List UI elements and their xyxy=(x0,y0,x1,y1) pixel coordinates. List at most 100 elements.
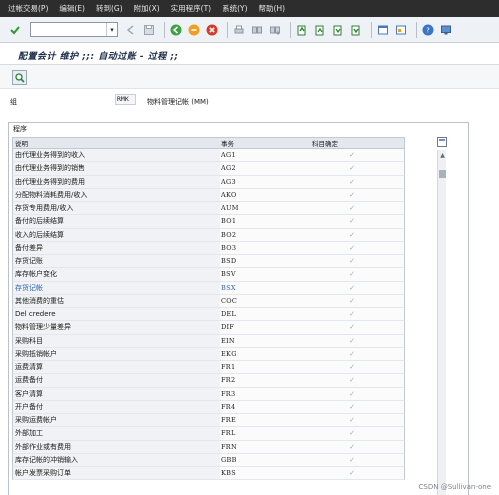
table-settings-icon[interactable] xyxy=(437,137,447,147)
table-row[interactable]: 其他消费的重估 COC ✓ xyxy=(12,294,405,308)
cell-account-determination: ✓ xyxy=(300,347,404,360)
back-arrow-icon[interactable] xyxy=(124,23,138,37)
scroll-up-icon[interactable]: ▲ xyxy=(438,150,447,160)
column-header-description[interactable]: 说明 xyxy=(13,138,220,148)
cell-description: 备付差异 xyxy=(13,241,220,254)
cell-transaction[interactable]: BO3 xyxy=(220,241,300,254)
cell-transaction[interactable]: BSV xyxy=(220,268,300,281)
cell-transaction[interactable]: EKG xyxy=(220,347,300,360)
table-row[interactable]: 帐户发票采购订单 KBS ✓ xyxy=(12,467,405,481)
cell-transaction[interactable]: AG3 xyxy=(220,175,300,188)
cell-transaction[interactable]: FRE xyxy=(220,414,300,427)
cell-account-determination: ✓ xyxy=(300,308,404,321)
table-row[interactable]: 存货记帐 BSX ✓ xyxy=(12,281,405,295)
cell-transaction[interactable]: AG1 xyxy=(220,149,300,162)
enter-check-icon[interactable] xyxy=(8,23,22,37)
cell-account-determination: ✓ xyxy=(300,440,404,453)
find-icon[interactable] xyxy=(250,23,264,37)
group-description: 物料管理记帐 (MM) xyxy=(147,98,209,106)
cell-transaction[interactable]: COC xyxy=(220,294,300,307)
menu-item-system[interactable]: 系统(Y) xyxy=(222,3,247,14)
cell-transaction[interactable]: BSX xyxy=(220,281,300,294)
shortcut-icon[interactable] xyxy=(394,23,408,37)
cell-transaction[interactable]: GBB xyxy=(220,453,300,466)
cell-transaction[interactable]: BSD xyxy=(220,255,300,268)
chevron-down-icon[interactable]: ▾ xyxy=(106,23,117,36)
table-row[interactable]: 开户备付 FR4 ✓ xyxy=(12,400,405,414)
table-row[interactable]: 由代理业务得到的收入 AG1 ✓ xyxy=(12,149,405,163)
group-label: 组 xyxy=(10,98,17,106)
cell-account-determination: ✓ xyxy=(300,281,404,294)
find-next-icon[interactable] xyxy=(268,23,282,37)
table-row[interactable]: 存货记账 BSD ✓ xyxy=(12,255,405,269)
table-row[interactable]: 采购运费帐户 FRE ✓ xyxy=(12,414,405,428)
cell-transaction[interactable]: FRN xyxy=(220,440,300,453)
table-row[interactable]: 备付的后续结算 BO1 ✓ xyxy=(12,215,405,229)
menu-item-utilities[interactable]: 实用程序(T) xyxy=(171,3,211,14)
toolbar-divider xyxy=(227,21,228,38)
table-row[interactable]: 收入的后续结算 BO2 ✓ xyxy=(12,228,405,242)
column-header-transaction[interactable]: 事务 xyxy=(220,138,300,148)
cell-transaction[interactable]: KBS xyxy=(220,467,300,480)
table-row[interactable]: 客户清算 FR3 ✓ xyxy=(12,387,405,401)
cell-account-determination: ✓ xyxy=(300,374,404,387)
new-session-icon[interactable] xyxy=(376,23,390,37)
menu-item-edit[interactable]: 编辑(E) xyxy=(59,3,85,14)
cell-transaction[interactable]: BO2 xyxy=(220,228,300,241)
choose-button[interactable] xyxy=(12,70,27,85)
table-row[interactable]: 备付差异 BO3 ✓ xyxy=(12,241,405,255)
cell-transaction[interactable]: AUM xyxy=(220,202,300,215)
cell-transaction[interactable]: FR4 xyxy=(220,400,300,413)
vertical-scrollbar[interactable]: ▲ xyxy=(437,150,446,495)
table-row[interactable]: 存货专用费用/收入 AUM ✓ xyxy=(12,202,405,216)
green-back-icon[interactable] xyxy=(169,23,183,37)
table-row[interactable]: 采购抵销帐户 EKG ✓ xyxy=(12,347,405,361)
checkbox-checked-icon: ✓ xyxy=(349,151,355,160)
cell-transaction[interactable]: AG2 xyxy=(220,162,300,175)
table-row[interactable]: 库存记帐的冲销输入 GBB ✓ xyxy=(12,453,405,467)
table-row[interactable]: 分配物料消耗费用/收入 AKO ✓ xyxy=(12,188,405,202)
table-row[interactable]: 运费备付 FR2 ✓ xyxy=(12,374,405,388)
cell-transaction[interactable]: FR1 xyxy=(220,361,300,374)
menu-item-posting[interactable]: 过帐交易(P) xyxy=(8,3,48,14)
table-row[interactable]: Del credere DEL ✓ xyxy=(12,308,405,322)
table-row[interactable]: 采购科目 EIN ✓ xyxy=(12,334,405,348)
cell-description: 运费清算 xyxy=(13,361,220,374)
table-row[interactable]: 外部作业或有费用 FRN ✓ xyxy=(12,440,405,454)
cell-account-determination: ✓ xyxy=(300,321,404,334)
save-icon[interactable] xyxy=(142,23,156,37)
cell-transaction[interactable]: DIF xyxy=(220,321,300,334)
table-row[interactable]: 物料管理少量差异 DIF ✓ xyxy=(12,321,405,335)
previous-page-icon[interactable] xyxy=(313,23,327,37)
menu-item-goto[interactable]: 转到(G) xyxy=(96,3,123,14)
exit-icon[interactable] xyxy=(187,23,201,37)
menu-item-extras[interactable]: 附加(X) xyxy=(134,3,160,14)
cell-transaction[interactable]: BO1 xyxy=(220,215,300,228)
cell-account-determination: ✓ xyxy=(300,175,404,188)
cell-transaction[interactable]: FR3 xyxy=(220,387,300,400)
last-page-icon[interactable] xyxy=(349,23,363,37)
cell-transaction[interactable]: EIN xyxy=(220,334,300,347)
next-page-icon[interactable] xyxy=(331,23,345,37)
scroll-thumb[interactable] xyxy=(439,170,446,178)
first-page-icon[interactable] xyxy=(295,23,309,37)
table-row[interactable]: 由代理业务得到的费用 AG3 ✓ xyxy=(12,175,405,189)
column-header-account-determination[interactable]: 科目确定 xyxy=(300,138,404,148)
table-row[interactable]: 运费清算 FR1 ✓ xyxy=(12,361,405,375)
cell-transaction[interactable]: DEL xyxy=(220,308,300,321)
watermark: CSDN @Sullivan-one xyxy=(418,483,491,491)
command-field[interactable]: ▾ xyxy=(30,22,118,37)
table-row[interactable]: 外部加工 FRL ✓ xyxy=(12,427,405,441)
cell-transaction[interactable]: FRL xyxy=(220,427,300,440)
help-icon[interactable]: ? xyxy=(421,23,435,37)
table-row[interactable]: 库存帐户变化 BSV ✓ xyxy=(12,268,405,282)
cell-account-determination: ✓ xyxy=(300,228,404,241)
print-icon[interactable] xyxy=(232,23,246,37)
menu-item-help[interactable]: 帮助(H) xyxy=(259,3,286,14)
cancel-icon[interactable] xyxy=(205,23,219,37)
cell-description: 帐户发票采购订单 xyxy=(13,467,220,480)
table-row[interactable]: 由代理业务得到的销售 AG2 ✓ xyxy=(12,162,405,176)
cell-transaction[interactable]: FR2 xyxy=(220,374,300,387)
customize-layout-icon[interactable] xyxy=(439,23,453,37)
cell-transaction[interactable]: AKO xyxy=(220,188,300,201)
